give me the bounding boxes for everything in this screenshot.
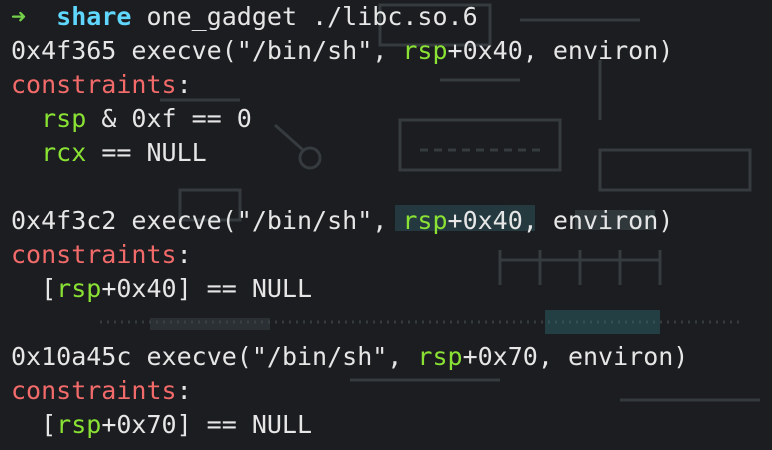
constraint-line: [rsp+0x70] == NULL — [11, 408, 772, 442]
constraint-line: [rsp+0x40] == NULL — [11, 272, 772, 306]
constraint-expression: == NULL — [86, 138, 207, 167]
constraint-register: rsp — [41, 104, 87, 133]
gadget-address: 0x4f3c2 — [11, 206, 117, 235]
constraint-expression: & 0xf == 0 — [86, 104, 252, 133]
constraints-colon: : — [176, 376, 192, 405]
prompt-args: one_gadget ./libc.so.6 — [146, 2, 478, 31]
constraints-label: constraints — [11, 240, 177, 269]
prompt-line: ➜ share one_gadget ./libc.so.6 — [11, 0, 772, 34]
constraint-register: rsp — [56, 410, 102, 439]
gadget-call-suffix: , environ) — [522, 206, 674, 235]
constraint-register: rsp — [56, 274, 102, 303]
gadget-call-prefix: execve("/bin/sh", — [131, 206, 403, 235]
constraint-line: rcx == NULL — [11, 136, 772, 170]
constraint-indent: [ — [11, 274, 57, 303]
gadget-line: 0x10a45c execve("/bin/sh", rsp+0x70, env… — [11, 340, 772, 374]
gadget-offset: +0x40 — [447, 206, 523, 235]
gadget-register: rsp — [417, 342, 463, 371]
constraints-heading: constraints: — [11, 68, 772, 102]
prompt-command: share — [56, 2, 132, 31]
constraint-indent — [11, 104, 41, 133]
constraints-heading: constraints: — [11, 374, 772, 408]
constraint-indent — [11, 138, 41, 167]
constraints-heading: constraints: — [11, 238, 772, 272]
gadget-register: rsp — [402, 36, 448, 65]
constraint-expression: +0x70] == NULL — [101, 410, 313, 439]
gadget-offset: +0x70 — [462, 342, 538, 371]
gadget-offset: +0x40 — [447, 36, 523, 65]
constraint-expression: +0x40] == NULL — [101, 274, 313, 303]
prompt-arrow-icon: ➜ — [11, 2, 27, 31]
terminal-output: ➜ share one_gadget ./libc.so.6 0x4f365 e… — [0, 0, 772, 450]
gadget-line: 0x4f365 execve("/bin/sh", rsp+0x40, envi… — [11, 34, 772, 68]
gadget-call-prefix: execve("/bin/sh", — [146, 342, 418, 371]
gadget-line: 0x4f3c2 execve("/bin/sh", rsp+0x40, envi… — [11, 204, 772, 238]
constraint-register: rcx — [41, 138, 87, 167]
gadget-address: 0x4f365 — [11, 36, 117, 65]
constraints-colon: : — [176, 240, 192, 269]
gadget-call-suffix: , environ) — [537, 342, 689, 371]
constraint-line: rsp & 0xf == 0 — [11, 102, 772, 136]
gadget-register: rsp — [402, 206, 448, 235]
constraints-label: constraints — [11, 70, 177, 99]
gadget-call-prefix: execve("/bin/sh", — [131, 36, 403, 65]
constraint-indent: [ — [11, 410, 57, 439]
gadget-address: 0x10a45c — [11, 342, 132, 371]
gadget-call-suffix: , environ) — [522, 36, 674, 65]
constraints-colon: : — [176, 70, 192, 99]
constraints-label: constraints — [11, 376, 177, 405]
